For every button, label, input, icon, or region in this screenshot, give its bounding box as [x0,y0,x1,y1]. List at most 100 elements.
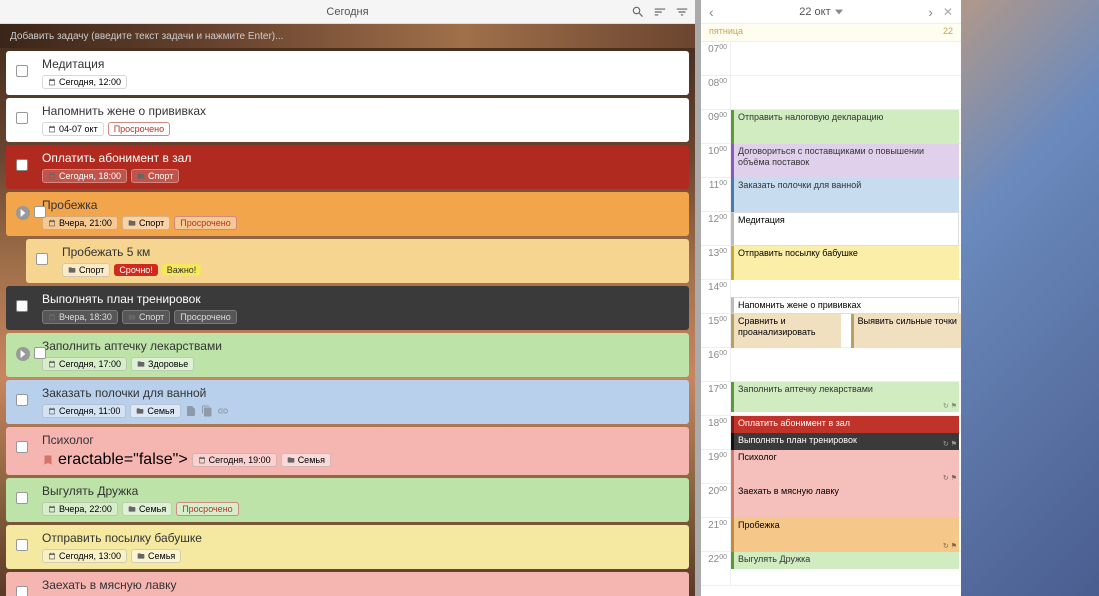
folder-chip[interactable]: Спорт [131,169,179,183]
task-item[interactable]: Заказать полочки для ваннойСегодня, 11:0… [6,380,689,424]
folder-chip[interactable]: Спорт [122,216,170,230]
calendar-event[interactable]: Отправить налоговую декларацию [731,110,959,144]
calendar-date[interactable]: 22 окт [799,6,842,18]
hour-slot[interactable]: Договориться с поставщиками о повышении … [731,144,961,177]
hour-slot[interactable] [731,348,961,381]
task-checkbox[interactable] [16,159,28,171]
calendar-event[interactable]: Психолог↻ ⚑ [731,450,959,484]
note-icon[interactable] [185,405,197,417]
hour-row[interactable]: 0800 [701,76,961,110]
task-checkbox[interactable] [16,394,28,406]
task-item[interactable]: ПробежкаВчера, 21:00СпортПросрочено [6,192,689,236]
task-checkbox[interactable] [34,206,46,218]
task-checkbox[interactable] [16,65,28,77]
hour-slot[interactable] [731,76,961,109]
task-item[interactable]: Заехать в мясную лавкуСегодня, 20:00Семь… [6,572,689,596]
hour-row[interactable]: 1700Заполнить аптечку лекарствами↻ ⚑ [701,382,961,416]
folder-chip[interactable]: Спорт [62,263,110,277]
copy-icon[interactable] [201,405,213,417]
add-task-input[interactable] [10,31,685,42]
hour-row[interactable]: 2100Пробежка↻ ⚑ [701,518,961,552]
task-checkbox[interactable] [16,300,28,312]
filter-icon[interactable] [675,5,689,19]
task-item[interactable]: Выполнять план тренировокВчера, 18:30Спо… [6,286,689,330]
task-checkbox[interactable] [34,347,46,359]
close-calendar-button[interactable]: ✕ [943,5,953,19]
hour-row[interactable]: 1900Психолог↻ ⚑ [701,450,961,484]
task-list[interactable]: МедитацияСегодня, 12:00Напомнить жене о … [0,48,695,596]
hour-row[interactable]: 1500Сравнить и проанализироватьВыявить с… [701,314,961,348]
hour-row[interactable]: 1800Оплатить абонимент в залВыполнять пл… [701,416,961,450]
hour-slot[interactable]: Заехать в мясную лавку [731,484,961,517]
hour-slot[interactable]: Психолог↻ ⚑ [731,450,961,483]
calendar-event[interactable]: Договориться с поставщиками о повышении … [731,144,959,178]
task-checkbox[interactable] [36,253,48,265]
next-day-button[interactable]: › [928,4,933,20]
folder-chip[interactable]: Семья [122,502,172,516]
task-checkbox[interactable] [16,441,28,453]
task-item[interactable]: МедитацияСегодня, 12:00 [6,51,689,95]
hour-slot[interactable]: Медитация [731,212,961,245]
hour-slot[interactable]: Сравнить и проанализировать Выявить сильн… [731,314,961,347]
hour-slot[interactable]: Напомнить жене о прививках [731,280,961,313]
calendar-event[interactable]: Заехать в мясную лавку [731,484,959,518]
hour-slot[interactable]: Отправить налоговую декларацию [731,110,961,143]
folder-chip[interactable]: Семья [281,453,331,467]
calendar-event[interactable]: Отправить посылку бабушке [731,246,959,280]
folder-chip[interactable]: Семья [131,549,181,563]
hour-slot[interactable] [731,42,961,75]
folder-chip[interactable]: Спорт [122,310,170,324]
hour-slot[interactable]: Заполнить аптечку лекарствами↻ ⚑ [731,382,961,415]
hour-row[interactable]: 2000Заехать в мясную лавку [701,484,961,518]
prev-day-button[interactable]: ‹ [709,4,714,20]
expand-icon[interactable] [16,206,30,220]
task-item[interactable]: Пробежать 5 кмСпортСрочно!Важно! [26,239,689,283]
calendar-event[interactable]: Пробежка↻ ⚑ [731,518,959,552]
timeline[interactable]: 070008000900Отправить налоговую декларац… [701,42,961,596]
task-item[interactable]: Психологeractable="false">Сегодня, 19:00… [6,427,689,475]
expand-icon[interactable] [16,347,30,361]
calendar-event[interactable]: Выгулять Дружка [731,552,959,569]
day-number: 22 [943,26,953,39]
hour-row[interactable]: 0700 [701,42,961,76]
calendar-event[interactable]: Оплатить абонимент в зал [731,416,959,433]
hour-row[interactable]: 1600 [701,348,961,382]
task-checkbox[interactable] [16,112,28,124]
calendar-event[interactable]: Выявить сильные точки [851,314,961,348]
hour-row[interactable]: 1300Отправить посылку бабушке [701,246,961,280]
sort-icon[interactable] [653,5,667,19]
hour-row[interactable]: 0900Отправить налоговую декларацию [701,110,961,144]
hour-slot[interactable]: Пробежка↻ ⚑ [731,518,961,551]
hour-slot[interactable]: Заказать полочки для ванной [731,178,961,211]
folder-chip[interactable]: Семья [130,404,180,418]
hour-row[interactable]: 2200Выгулять Дружка [701,552,961,586]
calendar-event[interactable]: Напомнить жене о прививках [731,297,959,314]
task-meta: Сегодня, 17:00Здоровье [42,357,681,371]
task-item[interactable]: Напомнить жене о прививках04-07 октПроср… [6,98,689,142]
hour-row[interactable]: 1100Заказать полочки для ванной [701,178,961,212]
hour-slot[interactable]: Выгулять Дружка [731,552,961,585]
calendar-event[interactable]: Заполнить аптечку лекарствами↻ ⚑ [731,382,959,412]
hour-slot[interactable]: Отправить посылку бабушке [731,246,961,279]
task-checkbox[interactable] [16,539,28,551]
hour-label: 1100 [701,178,731,211]
hour-slot[interactable]: Оплатить абонимент в залВыполнять план т… [731,416,961,449]
folder-chip[interactable]: Здоровье [131,357,194,371]
calendar-event[interactable]: Заказать полочки для ванной [731,178,959,212]
hour-row[interactable]: 1000Договориться с поставщиками о повыше… [701,144,961,178]
task-item[interactable]: Заполнить аптечку лекарствамиСегодня, 17… [6,333,689,377]
task-title: Выгулять Дружка [42,484,681,498]
calendar-event[interactable]: Выполнять план тренировок↻ ⚑ [731,433,959,450]
hour-row[interactable]: 1200Медитация [701,212,961,246]
search-icon[interactable] [631,5,645,19]
hour-row[interactable]: 1400Напомнить жене о прививках [701,280,961,314]
task-item[interactable]: Выгулять ДружкаВчера, 22:00СемьяПросроче… [6,478,689,522]
task-item[interactable]: Отправить посылку бабушкеСегодня, 13:00С… [6,525,689,569]
task-item[interactable]: Оплатить абонимент в залСегодня, 18:00Сп… [6,145,689,189]
calendar-event[interactable]: Сравнить и проанализировать [731,314,841,348]
link-icon[interactable] [217,405,229,417]
task-checkbox[interactable] [16,492,28,504]
task-checkbox[interactable] [16,586,28,596]
hour-label: 2100 [701,518,731,551]
calendar-event[interactable]: Медитация [731,212,959,246]
